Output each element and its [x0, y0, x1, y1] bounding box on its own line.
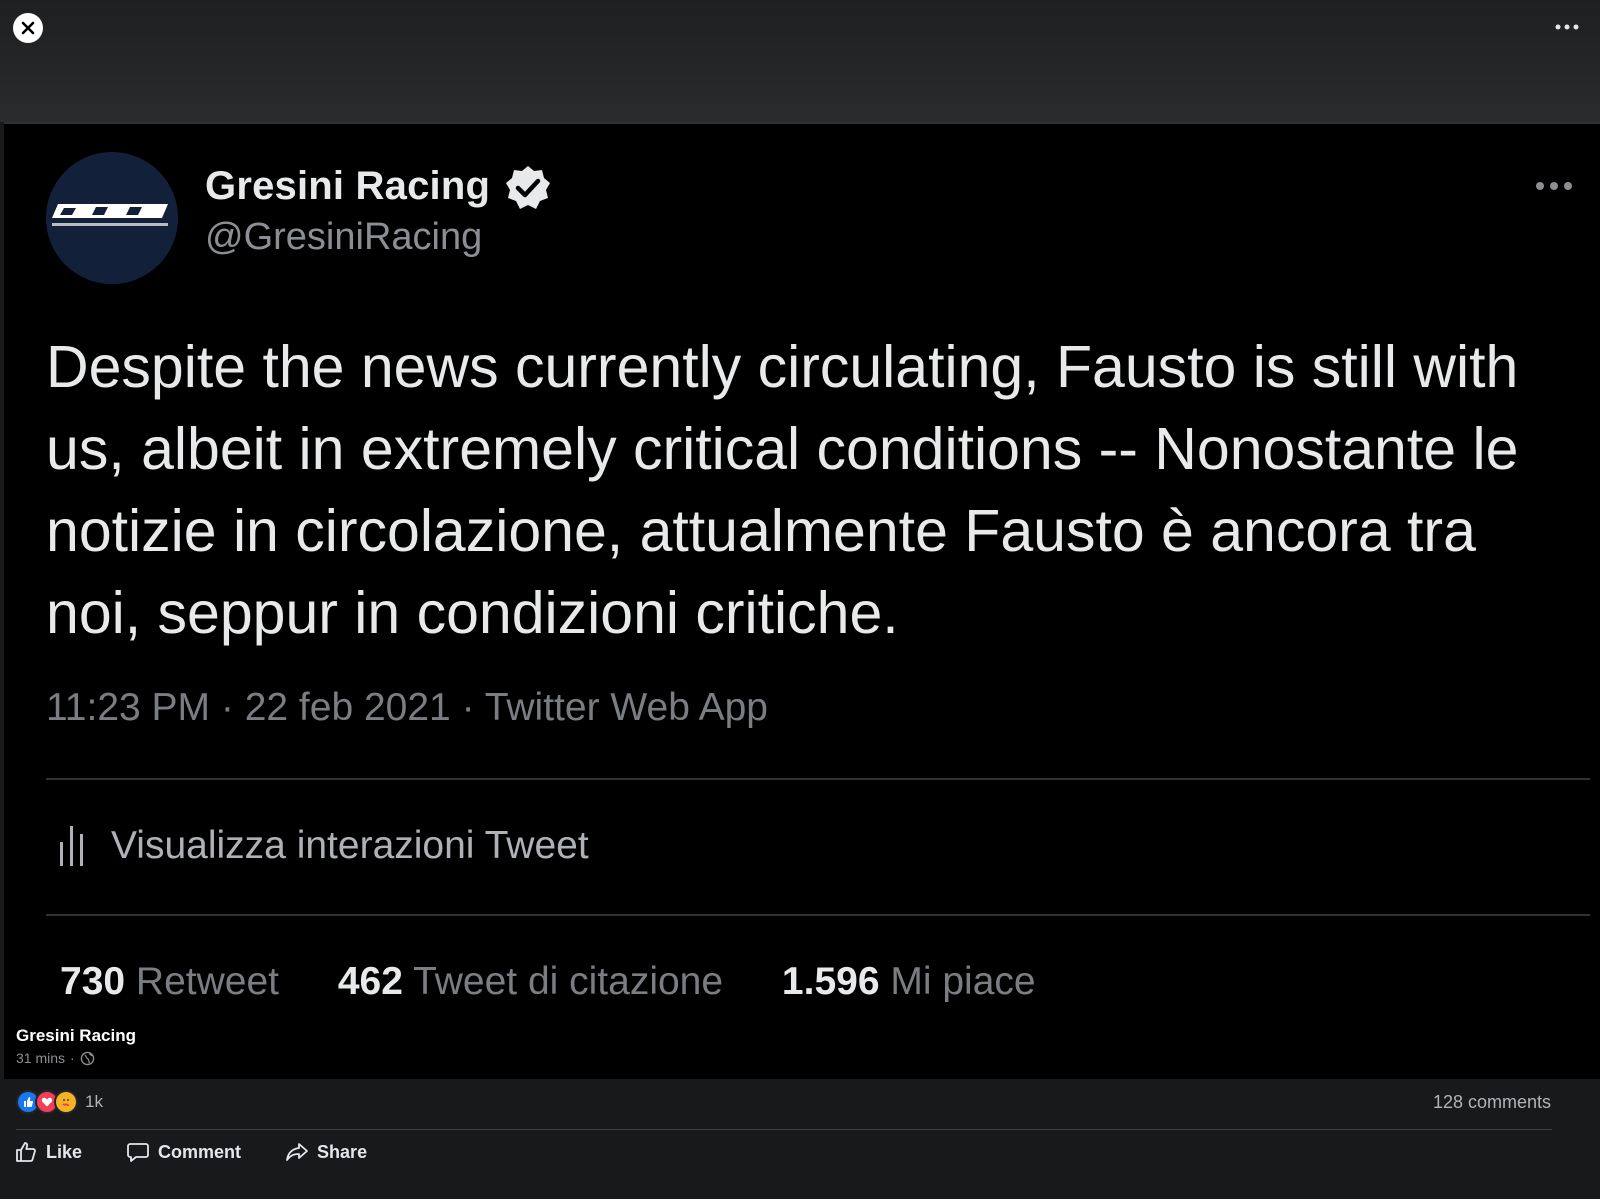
tweet-source: Twitter Web App — [484, 686, 768, 729]
reactions-summary[interactable]: 1k — [16, 1090, 103, 1114]
gresini-logo-icon — [46, 152, 178, 284]
tweet-text: Despite the news currently circulating, … — [46, 334, 1519, 646]
reactions-count: 1k — [85, 1092, 103, 1111]
post-actions: Like Comment Share — [14, 1140, 411, 1164]
post-author[interactable]: Gresini Racing — [16, 1026, 136, 1046]
viewer-top-bar — [0, 0, 1600, 122]
stat-value: 730 — [60, 960, 126, 1003]
tweet-more-button — [1534, 178, 1574, 194]
post-meta: 31 mins · — [16, 1050, 95, 1066]
retweet-stat: 730 Retweet — [60, 960, 279, 1003]
like-label: Like — [46, 1141, 83, 1162]
meta-separator: · — [70, 1050, 75, 1066]
meta-separator: · — [210, 686, 245, 729]
stat-label: Mi piace — [890, 960, 1036, 1003]
tweet-date: 22 feb 2021 — [244, 686, 451, 729]
stat-value: 462 — [337, 960, 403, 1003]
share-label: Share — [317, 1141, 368, 1162]
tweet-meta: 11:23 PM · 22 feb 2021 · Twitter Web App — [46, 686, 768, 730]
share-button[interactable]: Share — [285, 1140, 367, 1164]
divider — [46, 914, 1590, 916]
tweet-time: 11:23 PM — [46, 686, 211, 729]
share-icon — [286, 1143, 308, 1161]
insights-icon — [58, 824, 88, 868]
stat-label: Tweet di citazione — [413, 960, 724, 1003]
post-time[interactable]: 31 mins — [16, 1050, 65, 1066]
more-icon — [1536, 182, 1572, 190]
care-reaction-icon — [54, 1090, 78, 1114]
tweet-handle: @GresiniRacing — [205, 216, 483, 258]
tweet-screenshot: Gresini Racing @GresiniRacing Despite th… — [4, 122, 1600, 1079]
more-options-button[interactable] — [1552, 14, 1582, 40]
comment-label: Comment — [158, 1141, 242, 1162]
quote-stat: 462 Tweet di citazione — [338, 960, 723, 1003]
comment-icon — [127, 1143, 149, 1162]
globe-icon — [80, 1051, 94, 1065]
like-button[interactable]: Like — [14, 1140, 82, 1164]
stat-label: Retweet — [135, 960, 279, 1003]
close-icon — [21, 21, 35, 35]
tweet-author-name: Gresini Racing — [205, 164, 491, 208]
verified-icon — [506, 166, 550, 209]
divider — [16, 1129, 1552, 1130]
thumbs-up-icon — [16, 1142, 36, 1162]
avatar — [46, 152, 178, 284]
more-icon — [1555, 24, 1579, 30]
close-button[interactable] — [13, 13, 43, 43]
meta-separator: · — [450, 686, 485, 729]
tweet-insights-link: Visualizza interazioni Tweet — [111, 824, 589, 867]
divider — [46, 778, 1590, 780]
tweet-stats: 730 Retweet 462 Tweet di citazione 1.596… — [60, 960, 1084, 1004]
comments-count[interactable]: 128 comments — [1433, 1092, 1551, 1113]
like-stat: 1.596 Mi piace — [782, 960, 1036, 1003]
comment-button[interactable]: Comment — [126, 1140, 241, 1164]
verified-badge — [504, 164, 552, 212]
stat-value: 1.596 — [781, 960, 880, 1003]
